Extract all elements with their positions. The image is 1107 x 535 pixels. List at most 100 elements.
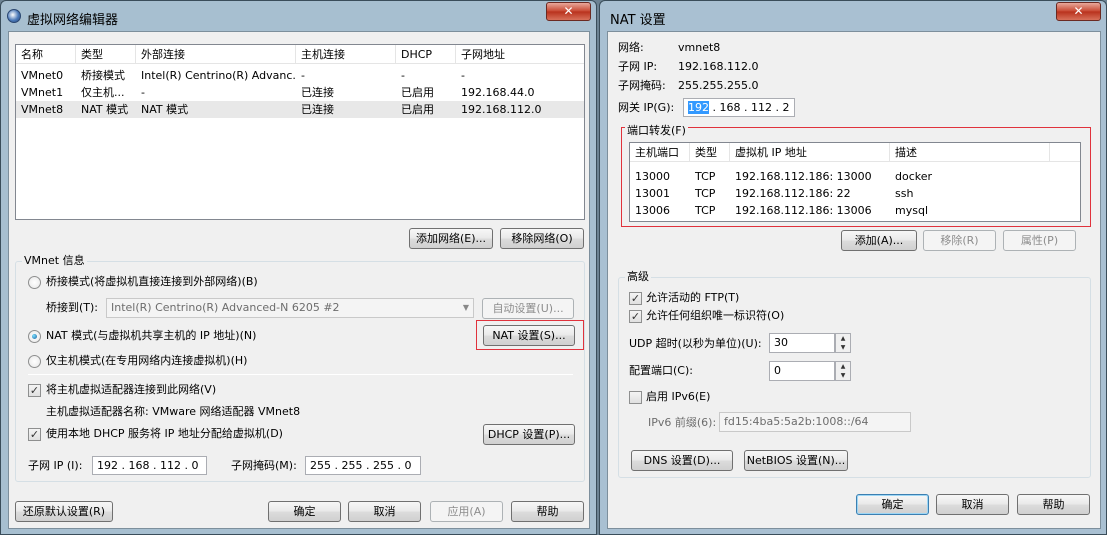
spin-up-icon[interactable]: ▲	[836, 362, 850, 371]
netbios-settings-button[interactable]: NetBIOS 设置(N)...	[744, 450, 848, 471]
restore-defaults-button[interactable]: 还原默认设置(R)	[15, 501, 113, 522]
title-bar[interactable]: 虚拟网络编辑器 ✕	[1, 1, 596, 31]
column-header-host[interactable]: 主机连接	[296, 45, 396, 64]
ipv6-prefix-field[interactable]: fd15:4ba5:5a2b:1008::/64	[719, 412, 911, 432]
subnet-ip-label: 子网 IP (I):	[28, 459, 83, 472]
use-dhcp-checkbox[interactable]: ✓	[28, 428, 41, 441]
host-only-radio[interactable]	[28, 355, 41, 368]
column-header-vm-ip[interactable]: 虚拟机 IP 地址	[730, 143, 890, 162]
divider	[28, 374, 573, 375]
column-header-type[interactable]: 类型	[76, 45, 136, 64]
udp-timeout-spinner[interactable]: ▲ ▼	[835, 333, 851, 353]
nat-subnet-mask-value: 255.255.255.0	[678, 79, 759, 92]
advanced-label: 高级	[625, 270, 651, 283]
cell-type: 仅主机...	[81, 86, 125, 99]
ipv6-prefix-label: IPv6 前缀(6):	[648, 416, 717, 429]
cell-name: VMnet1	[21, 86, 64, 99]
close-button[interactable]: ✕	[546, 2, 591, 21]
window-title: 虚拟网络编辑器	[27, 13, 119, 28]
bridge-to-select[interactable]: Intel(R) Centrino(R) Advanced-N 6205 #2 …	[106, 298, 474, 318]
allow-oui-label[interactable]: 允许任何组织唯一标识符(O)	[646, 309, 784, 323]
use-dhcp-label[interactable]: 使用本地 DHCP 服务将 IP 地址分配给虚拟机(D)	[46, 427, 283, 441]
cell-type: TCP	[695, 204, 716, 217]
table-row[interactable]: 13000 TCP 192.168.112.186: 13000 docker	[630, 168, 1080, 185]
column-header-external[interactable]: 外部连接	[136, 45, 296, 64]
column-header-description[interactable]: 描述	[890, 143, 1050, 162]
port-forwarding-list[interactable]: 主机端口 类型 虚拟机 IP 地址 描述 13000 TCP 192.168.1…	[629, 142, 1081, 222]
column-header-host-port[interactable]: 主机端口	[630, 143, 690, 162]
bridge-to-label: 桥接到(T):	[46, 301, 99, 314]
apply-button[interactable]: 应用(A)	[430, 501, 503, 522]
cell-type: NAT 模式	[81, 103, 129, 116]
column-header-dhcp[interactable]: DHCP	[396, 45, 456, 64]
allow-oui-checkbox[interactable]: ✓	[629, 310, 642, 323]
subnet-mask-field[interactable]: 255 . 255 . 255 . 0	[305, 456, 421, 475]
table-row[interactable]: 13006 TCP 192.168.112.186: 13006 mysql	[630, 202, 1080, 219]
port-forward-properties-button[interactable]: 属性(P)	[1003, 230, 1076, 251]
config-port-label: 配置端口(C):	[629, 364, 693, 377]
advanced-group: 高级 ✓ 允许活动的 FTP(T) ✓ 允许任何组织唯一标识符(O) UDP 超…	[618, 271, 1091, 478]
cell-external: -	[141, 86, 145, 99]
gateway-remaining-octets: . 168 . 112 . 2	[709, 101, 790, 114]
config-port-spinner[interactable]: ▲ ▼	[835, 361, 851, 381]
spin-up-icon[interactable]: ▲	[836, 334, 850, 343]
column-header-name[interactable]: 名称	[16, 45, 76, 64]
cancel-button[interactable]: 取消	[348, 501, 421, 522]
remove-port-forward-button[interactable]: 移除(R)	[923, 230, 996, 251]
host-only-label[interactable]: 仅主机模式(在专用网络内连接虚拟机)(H)	[46, 354, 247, 368]
nat-subnet-mask-label: 子网掩码:	[618, 79, 666, 92]
table-row[interactable]: 13001 TCP 192.168.112.186: 22 ssh	[630, 185, 1080, 202]
allow-ftp-label[interactable]: 允许活动的 FTP(T)	[646, 291, 739, 305]
connect-adapter-checkbox[interactable]: ✓	[28, 384, 41, 397]
nat-subnet-ip-label: 子网 IP:	[618, 60, 658, 73]
cell-host-port: 13006	[635, 204, 670, 217]
spin-down-icon[interactable]: ▼	[836, 343, 850, 352]
cell-external: Intel(R) Centrino(R) Advanc...	[141, 69, 296, 82]
nat-ok-button[interactable]: 确定	[856, 494, 929, 515]
allow-ftp-checkbox[interactable]: ✓	[629, 292, 642, 305]
bridge-mode-radio[interactable]	[28, 276, 41, 289]
close-button[interactable]: ✕	[1056, 2, 1101, 21]
bridge-mode-label[interactable]: 桥接模式(将虚拟机直接连接到外部网络)(B)	[46, 275, 258, 289]
config-port-field[interactable]: 0	[769, 361, 835, 381]
remove-network-button[interactable]: 移除网络(O)	[500, 228, 584, 249]
cell-dhcp: -	[401, 69, 405, 82]
network-list[interactable]: 名称 类型 外部连接 主机连接 DHCP 子网地址 VMnet0 桥接模式 In…	[15, 44, 585, 220]
spin-down-icon[interactable]: ▼	[836, 371, 850, 380]
enable-ipv6-label[interactable]: 启用 IPv6(E)	[646, 390, 710, 404]
ok-button[interactable]: 确定	[268, 501, 341, 522]
table-row[interactable]: VMnet0 桥接模式 Intel(R) Centrino(R) Advanc.…	[16, 67, 584, 84]
add-network-button[interactable]: 添加网络(E)...	[409, 228, 493, 249]
bridge-to-value: Intel(R) Centrino(R) Advanced-N 6205 #2	[111, 301, 340, 314]
add-port-forward-button[interactable]: 添加(A)...	[841, 230, 917, 251]
vmnet-info-group: VMnet 信息 桥接模式(将虚拟机直接连接到外部网络)(B) 桥接到(T): …	[15, 255, 585, 482]
title-bar[interactable]: NAT 设置 ✕	[600, 1, 1106, 31]
nat-mode-radio[interactable]	[28, 330, 41, 343]
table-row-selected[interactable]: VMnet8 NAT 模式 NAT 模式 已连接 已启用 192.168.112…	[16, 101, 584, 118]
nat-help-button[interactable]: 帮助	[1017, 494, 1090, 515]
dns-settings-button[interactable]: DNS 设置(D)...	[631, 450, 733, 471]
auto-settings-button[interactable]: 自动设置(U)...	[482, 298, 574, 319]
editor-client-area: 名称 类型 外部连接 主机连接 DHCP 子网地址 VMnet0 桥接模式 In…	[8, 31, 590, 529]
window-title: NAT 设置	[610, 13, 666, 28]
nat-mode-label[interactable]: NAT 模式(与虚拟机共享主机的 IP 地址)(N)	[46, 329, 256, 343]
udp-timeout-field[interactable]: 30	[769, 333, 835, 353]
column-header-type[interactable]: 类型	[690, 143, 730, 162]
dhcp-settings-button[interactable]: DHCP 设置(P)...	[483, 424, 575, 445]
subnet-ip-field[interactable]: 192 . 168 . 112 . 0	[92, 456, 207, 475]
cell-name: VMnet0	[21, 69, 64, 82]
cell-type: TCP	[695, 187, 716, 200]
gateway-ip-field[interactable]: 192 . 168 . 112 . 2	[683, 98, 795, 117]
connect-adapter-label[interactable]: 将主机虚拟适配器连接到此网络(V)	[46, 383, 216, 397]
column-header-subnet[interactable]: 子网地址	[456, 45, 584, 64]
nat-cancel-button[interactable]: 取消	[936, 494, 1009, 515]
table-row[interactable]: VMnet1 仅主机... - 已连接 已启用 192.168.44.0	[16, 84, 584, 101]
enable-ipv6-checkbox[interactable]	[629, 391, 642, 404]
gateway-selected-octet: 192	[688, 101, 709, 114]
cell-description: mysql	[895, 204, 928, 217]
help-button[interactable]: 帮助	[511, 501, 584, 522]
udp-timeout-label: UDP 超时(以秒为单位)(U):	[629, 337, 762, 350]
nat-settings-button[interactable]: NAT 设置(S)...	[483, 325, 575, 346]
vmware-network-icon	[7, 9, 21, 23]
cell-vm-ip: 192.168.112.186: 13006	[735, 204, 872, 217]
